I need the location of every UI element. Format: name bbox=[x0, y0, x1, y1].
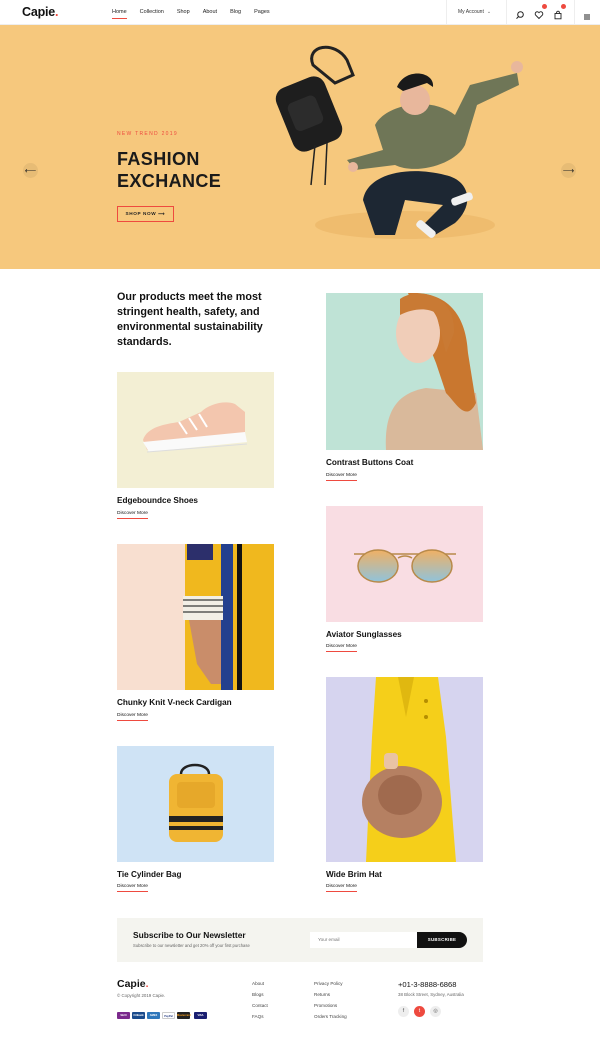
instagram-icon[interactable]: ◎ bbox=[430, 1006, 441, 1017]
discover-more-link[interactable]: Discover More bbox=[117, 511, 148, 519]
footer-link-orders-tracking[interactable]: Orders Tracking bbox=[314, 1014, 347, 1019]
newsletter-section: Subscribe to Our Newsletter Subscribe to… bbox=[117, 918, 483, 962]
cart-icon[interactable] bbox=[553, 4, 566, 20]
wishlist-icon[interactable] bbox=[534, 4, 547, 20]
product-title[interactable]: Tie Cylinder Bag bbox=[117, 870, 181, 879]
discover-more-link[interactable]: Discover More bbox=[117, 884, 148, 892]
product-image-cardigan[interactable] bbox=[117, 544, 274, 690]
product-title[interactable]: Chunky Knit V-neck Cardigan bbox=[117, 698, 232, 707]
product-title[interactable]: Wide Brim Hat bbox=[326, 870, 382, 879]
my-account-label: My Account bbox=[458, 9, 484, 15]
shop-now-button[interactable]: SHOP NOW ⟶ bbox=[117, 206, 174, 222]
cart-badge bbox=[561, 4, 566, 9]
footer-link-blogs[interactable]: Blogs bbox=[252, 992, 264, 997]
header-divider bbox=[446, 0, 447, 25]
newsletter-subtitle: Subscribe to our newsletter and get 20% … bbox=[133, 943, 250, 948]
discover-more-link[interactable]: Discover More bbox=[326, 473, 357, 481]
site-logo[interactable]: Capie. bbox=[22, 5, 59, 19]
wishlist-badge bbox=[542, 4, 547, 9]
discover-more-link[interactable]: Discover More bbox=[117, 713, 148, 721]
product-title[interactable]: Edgeboundce Shoes bbox=[117, 496, 198, 505]
my-account-dropdown[interactable]: My Account ⌄ bbox=[458, 0, 491, 25]
product-image-coat[interactable] bbox=[326, 293, 483, 450]
footer-link-faqs[interactable]: FAQs bbox=[252, 1014, 264, 1019]
product-title[interactable]: Contrast Buttons Coat bbox=[326, 458, 413, 467]
contact-address: 38 Block Street, Sydney, Australia bbox=[398, 992, 464, 997]
footer-logo[interactable]: Capie. bbox=[117, 978, 149, 990]
site-header: Capie. Home Collection Shop About Blog P… bbox=[0, 0, 600, 25]
contact-phone[interactable]: +01-3-8888-6868 bbox=[398, 980, 456, 989]
nav-blog[interactable]: Blog bbox=[230, 0, 241, 25]
facebook-icon[interactable]: f bbox=[398, 1006, 409, 1017]
hero-title: FASHION EXCHANCE bbox=[117, 148, 221, 192]
newsletter-title: Subscribe to Our Newsletter bbox=[133, 930, 246, 940]
hero-banner: NEW TREND 2019 FASHION EXCHANCE SHOP NOW … bbox=[0, 25, 600, 269]
footer-link-contact[interactable]: Contact bbox=[252, 1003, 268, 1008]
footer-link-returns[interactable]: Returns bbox=[314, 992, 330, 997]
nav-shop[interactable]: Shop bbox=[177, 0, 190, 25]
hero-tagline: NEW TREND 2019 bbox=[117, 131, 178, 137]
main-nav: Home Collection Shop About Blog Pages bbox=[112, 0, 283, 25]
next-slide-arrow-icon[interactable]: ⟶ bbox=[561, 163, 576, 178]
visa-payment-icon: VISA bbox=[194, 1012, 207, 1019]
nav-collection[interactable]: Collection bbox=[140, 0, 164, 25]
product-image-bag[interactable] bbox=[117, 746, 274, 862]
discover-more-link[interactable]: Discover More bbox=[326, 644, 357, 652]
product-image-hat[interactable] bbox=[326, 677, 483, 862]
citibank-payment-icon: Citibank bbox=[132, 1012, 145, 1019]
prev-slide-arrow-icon[interactable]: ⟵ bbox=[23, 163, 38, 178]
header-divider bbox=[506, 0, 507, 25]
skrill-payment-icon: Skrill bbox=[117, 1012, 130, 1019]
nav-about[interactable]: About bbox=[203, 0, 217, 25]
search-icon[interactable] bbox=[515, 7, 525, 19]
hero-title-line1: FASHION bbox=[117, 149, 200, 169]
subscribe-button[interactable]: SUBSCRIBE bbox=[417, 932, 467, 948]
product-image-sunglasses[interactable] bbox=[326, 506, 483, 622]
newsletter-email-input[interactable] bbox=[310, 932, 418, 948]
menu-icon[interactable] bbox=[583, 8, 593, 20]
footer-link-about[interactable]: About bbox=[252, 981, 264, 986]
footer-link-promotions[interactable]: Promotions bbox=[314, 1003, 337, 1008]
header-divider bbox=[574, 0, 575, 25]
copyright-text: © Copyright 2019 Capie. bbox=[117, 993, 166, 998]
paypal-payment-icon: PayPal bbox=[162, 1012, 175, 1019]
amex-payment-icon: AMEX bbox=[147, 1012, 160, 1019]
chevron-down-icon: ⌄ bbox=[486, 9, 492, 15]
discover-more-link[interactable]: Discover More bbox=[326, 884, 357, 892]
nav-home[interactable]: Home bbox=[112, 0, 127, 25]
footer-link-privacy[interactable]: Privacy Policy bbox=[314, 981, 343, 986]
product-title[interactable]: Aviator Sunglasses bbox=[326, 630, 402, 639]
mastercard-payment-icon: Mastercard bbox=[177, 1012, 191, 1019]
nav-pages[interactable]: Pages bbox=[254, 0, 270, 25]
twitter-icon[interactable]: t bbox=[414, 1006, 425, 1017]
hero-image bbox=[275, 45, 523, 239]
hero-title-line2: EXCHANCE bbox=[117, 171, 222, 191]
intro-statement: Our products meet the most stringent hea… bbox=[117, 291, 263, 348]
product-image-shoes[interactable] bbox=[117, 372, 274, 488]
